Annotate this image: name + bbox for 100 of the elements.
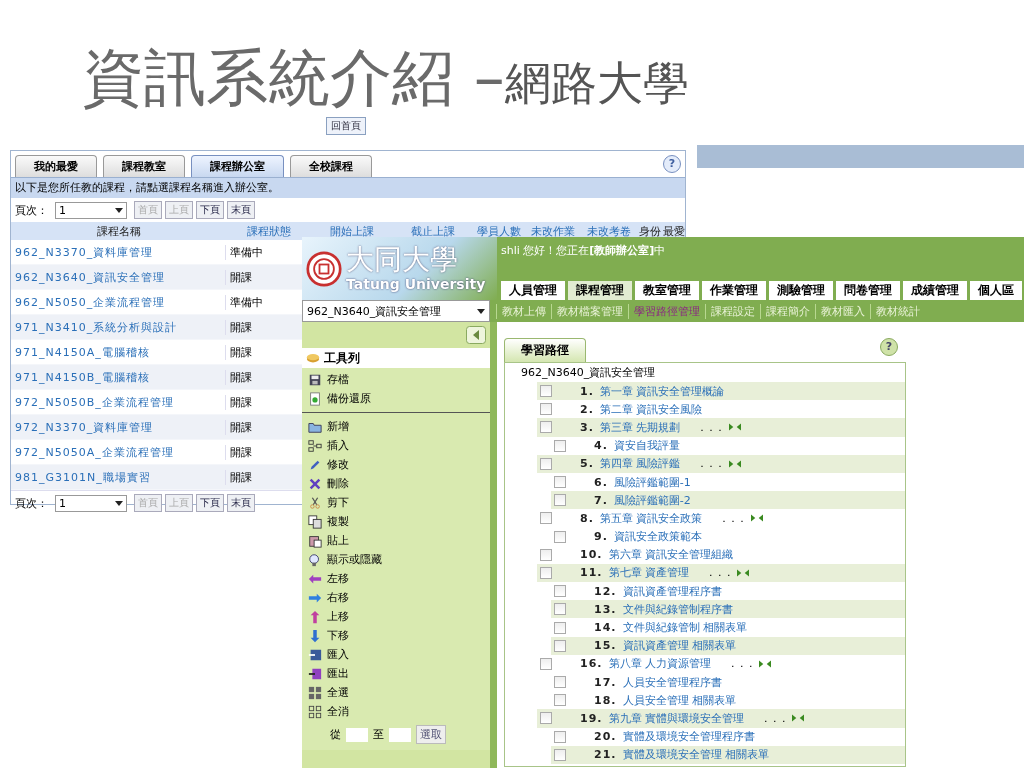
course-link[interactable]: 972_N5050A_企業流程管理 (11, 444, 226, 460)
tree-row[interactable]: 18. 人員安全管理 相關表單 (551, 691, 905, 710)
checkbox[interactable] (540, 657, 552, 670)
toolbar-item[interactable]: 新增 (302, 417, 490, 436)
input-field[interactable] (346, 727, 368, 742)
nav-tab[interactable]: 教室管理 (635, 281, 699, 300)
checkbox[interactable] (554, 494, 566, 507)
course-link[interactable]: 972_N5050B_企業流程管理 (11, 394, 226, 410)
checkbox[interactable] (554, 530, 566, 543)
item-title[interactable]: 文件與紀錄管制程序書 (622, 601, 733, 617)
toolbar-item[interactable]: 全選 (302, 683, 490, 702)
toolbar-item[interactable]: 匯出 (302, 664, 490, 683)
course-link[interactable]: 981_G3101N_職場實習 (11, 469, 226, 485)
item-title[interactable]: 第四章 風險評鑑 (599, 456, 681, 472)
checkbox[interactable] (554, 621, 566, 634)
checkbox[interactable] (554, 748, 566, 761)
expand-icon[interactable] (750, 514, 763, 523)
item-title[interactable]: 第二章 資訊安全風險 (599, 401, 703, 417)
course-dropdown[interactable]: 962_N3640_資訊安全管理 (302, 300, 490, 322)
toolbar-item[interactable]: 備份還原 (302, 389, 490, 408)
page-button[interactable]: 末頁 (227, 494, 255, 512)
tree-row[interactable]: 15. 資訊資產管理 相關表單 (551, 636, 905, 655)
checkbox[interactable] (540, 566, 552, 579)
column-header[interactable]: 截止上課 (393, 223, 473, 239)
tab[interactable]: 全校課程 (290, 155, 372, 177)
course-link[interactable]: 962_N5050_企業流程管理 (11, 294, 226, 310)
tree-row[interactable]: 12. 資訊資產管理程序書 (551, 582, 905, 601)
toolbar-item[interactable]: 存檔 (302, 370, 490, 389)
nav-tab[interactable]: 作業管理 (702, 281, 766, 300)
tree-row[interactable]: 1. 第一章 資訊安全管理概論 (537, 382, 905, 401)
tree-row[interactable]: 20. 實體及環境安全管理程序書 (551, 727, 905, 746)
column-header[interactable]: 課程狀態 (226, 223, 311, 239)
input-field[interactable] (389, 727, 411, 742)
page-dropdown[interactable]: 1 (55, 494, 127, 512)
checkbox[interactable] (540, 403, 552, 416)
toolbar-item[interactable]: 插入 (302, 436, 490, 455)
help-icon[interactable]: ? (880, 338, 898, 356)
page-button[interactable]: 下頁 (196, 494, 224, 512)
item-title[interactable]: 第八章 人力資源管理 (608, 656, 711, 672)
checkbox[interactable] (540, 512, 552, 525)
tree-row[interactable]: 13. 文件與紀錄管制程序書 (551, 600, 905, 619)
course-link[interactable]: 971_N4150B_電腦稽核 (11, 369, 226, 385)
tree-row[interactable]: 21. 實體及環境安全管理 相關表單 (551, 745, 905, 764)
help-icon[interactable]: ? (663, 155, 681, 173)
expand-icon[interactable] (737, 568, 750, 577)
course-link[interactable]: 971_N3410_系統分析與設計 (11, 319, 226, 335)
tree-row[interactable]: 17. 人員安全管理程序書 (551, 673, 905, 692)
tab[interactable]: 學習路徑 (504, 338, 586, 362)
tree-row[interactable]: 19. 第九章 實體與環境安全管理 . . . (537, 709, 905, 728)
toolbar-item[interactable]: 顯示或隱藏 (302, 550, 490, 569)
tree-row[interactable]: 6. 風險評鑑範圍-1 (551, 472, 905, 492)
toolbar-item[interactable]: 下移 (302, 626, 490, 645)
expand-icon[interactable] (728, 423, 741, 432)
home-button[interactable]: 回首頁 (326, 117, 366, 135)
checkbox[interactable] (554, 476, 566, 489)
item-title[interactable]: 資訊資產管理程序書 (622, 583, 722, 599)
checkbox[interactable] (540, 548, 552, 561)
tab[interactable]: 課程辦公室 (191, 155, 284, 177)
item-title[interactable]: 風險評鑑範圍-2 (613, 492, 691, 508)
nav-tab[interactable]: 人員管理 (501, 281, 565, 300)
item-title[interactable]: 資訊資產管理 相關表單 (622, 638, 736, 654)
toolbar-item[interactable]: 刪除 (302, 474, 490, 493)
checkbox[interactable] (554, 694, 566, 707)
item-title[interactable]: 人員安全管理 相關表單 (622, 692, 736, 708)
collapse-button[interactable] (466, 326, 486, 344)
item-title[interactable]: 文件與紀錄管制 相關表單 (622, 620, 747, 636)
item-title[interactable]: 資訊安全政策範本 (613, 529, 702, 545)
course-link[interactable]: 962_N3640_資訊安全管理 (11, 269, 226, 285)
page-button[interactable]: 末頁 (227, 201, 255, 219)
tree-row[interactable]: 11. 第七章 資產管理 . . . (537, 563, 905, 583)
column-header[interactable]: 未改作業 (525, 223, 581, 239)
tree-row[interactable]: 14. 文件與紀錄管制 相關表單 (551, 618, 905, 637)
item-title[interactable]: 第一章 資訊安全管理概論 (599, 383, 725, 399)
nav-tab[interactable]: 個人區 (970, 281, 1022, 300)
tab[interactable]: 課程教室 (103, 155, 185, 177)
column-header[interactable]: 開始上課 (311, 223, 393, 239)
item-title[interactable]: 人員安全管理程序書 (622, 674, 722, 690)
item-title[interactable]: 風險評鑑範圍-1 (613, 474, 691, 490)
item-title[interactable]: 第七章 資產管理 (608, 565, 689, 581)
nav-tab[interactable]: 成績管理 (903, 281, 967, 300)
checkbox[interactable] (540, 712, 552, 725)
tree-row[interactable]: 8. 第五章 資訊安全政策 . . . (537, 509, 905, 528)
expand-icon[interactable] (759, 659, 772, 668)
nav-tab[interactable]: 測驗管理 (769, 281, 833, 300)
checkbox[interactable] (554, 603, 566, 616)
checkbox[interactable] (540, 421, 552, 434)
item-title[interactable]: 資安自我評量 (613, 438, 680, 454)
page-dropdown[interactable]: 1 (55, 201, 127, 219)
toolbar-item[interactable]: 匯入 (302, 645, 490, 664)
toolbar-item[interactable]: 複製 (302, 512, 490, 531)
tree-row[interactable]: 16. 第八章 人力資源管理 . . . (537, 654, 905, 673)
expand-icon[interactable] (792, 714, 805, 723)
toolbar-item[interactable]: 全消 (302, 702, 490, 721)
course-link[interactable]: 971_N4150A_電腦稽核 (11, 344, 226, 360)
expand-icon[interactable] (728, 459, 741, 468)
toolbar-item[interactable]: 貼上 (302, 531, 490, 550)
checkbox[interactable] (540, 457, 552, 470)
item-title[interactable]: 第五章 資訊安全政策 (599, 510, 703, 526)
tree-row[interactable]: 7. 風險評鑑範圍-2 (551, 491, 905, 510)
toolbar-item[interactable]: 修改 (302, 455, 490, 474)
